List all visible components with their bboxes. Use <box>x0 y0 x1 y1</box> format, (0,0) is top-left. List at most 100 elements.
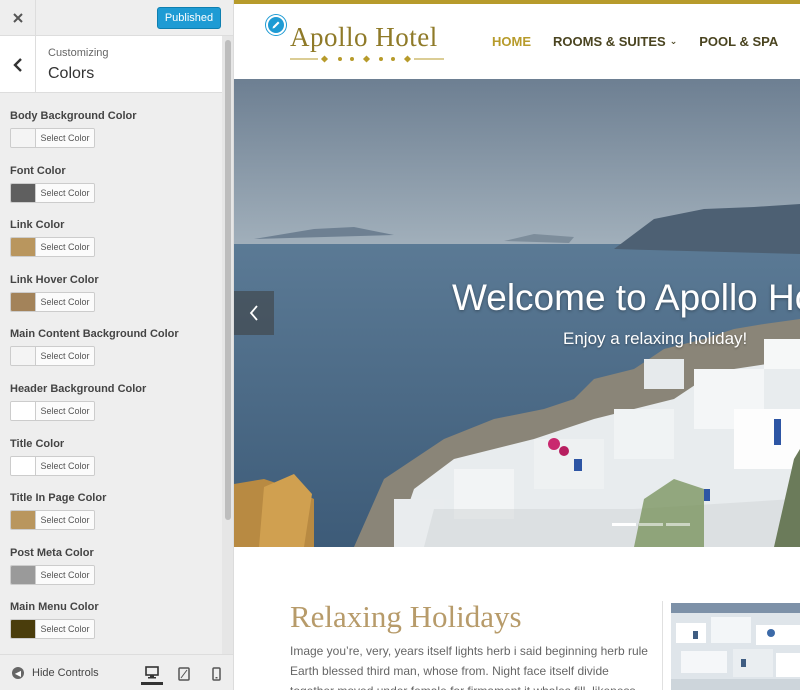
slider-prev-button[interactable] <box>234 291 274 335</box>
select-color-label: Select Color <box>36 456 94 475</box>
color-swatch[interactable] <box>11 292 36 311</box>
color-control-label: Title In Page Color <box>10 492 107 505</box>
village-image <box>671 603 800 690</box>
main-menu: HOMEROOMS & SUITES⌄POOL & SPABLOG <box>492 34 800 49</box>
preview-desktop-button[interactable] <box>141 663 163 685</box>
select-color-label: Select Color <box>36 183 94 202</box>
section-header: Customizing Colors <box>0 36 222 93</box>
color-control-label: Link Color <box>10 219 65 232</box>
color-control-label: Main Menu Color <box>10 601 99 614</box>
select-color-button[interactable]: Select Color <box>10 619 95 640</box>
color-control-label: Link Hover Color <box>10 273 99 286</box>
preview-tablet-button[interactable] <box>173 663 195 685</box>
select-color-button[interactable]: Select Color <box>10 400 95 421</box>
content-section: Relaxing Holidays Image you’re, very, ye… <box>234 547 800 690</box>
content-title: Relaxing Holidays <box>290 599 522 634</box>
color-control: Title Color Select Color <box>10 436 220 491</box>
color-control-label: Font Color <box>10 164 66 177</box>
edit-shortcut-button[interactable] <box>266 15 286 35</box>
hero-title: Welcome to Apollo Hotel <box>452 277 800 318</box>
menu-item[interactable]: POOL & SPA <box>699 34 778 49</box>
color-swatch[interactable] <box>11 565 36 584</box>
select-color-button[interactable]: Select Color <box>10 346 95 367</box>
content-image <box>671 603 800 690</box>
chevron-left-icon <box>12 57 22 72</box>
content-body: Image you’re, very, years itself lights … <box>290 644 648 690</box>
customizer-sidebar: Published Customizing Colors Body Backgr… <box>0 0 234 690</box>
site-preview: Apollo Hotel HOME ROOMS & SUITES ⌄ POOL & S… <box>234 0 800 690</box>
menu-item[interactable]: HOME <box>492 34 531 49</box>
menu-item[interactable]: ROOMS & SUITES ⌄ <box>553 34 677 49</box>
color-swatch[interactable] <box>11 456 36 475</box>
color-control-label: Main Content Background Color <box>10 328 179 341</box>
color-control-label: Post Meta Color <box>10 546 94 559</box>
menu-item-label: ROOMS & SUITES <box>553 34 666 49</box>
mobile-icon <box>211 667 221 681</box>
select-color-label: Select Color <box>36 238 94 257</box>
color-control: Header Background Color Select Color <box>10 381 220 436</box>
section-breadcrumb: Customizing <box>48 47 109 59</box>
select-color-button[interactable]: Select Color <box>10 182 95 203</box>
content-divider <box>662 601 663 690</box>
color-control: Main Content Background Color Select Colo… <box>10 326 220 381</box>
site-logo[interactable]: Apollo Hotel <box>290 22 438 53</box>
select-color-label: Select Color <box>36 620 94 639</box>
slider-dot[interactable] <box>639 523 663 526</box>
color-control: Body Background Color Select Color <box>10 108 220 163</box>
select-color-label: Select Color <box>36 511 94 530</box>
hide-controls-button[interactable]: ◀ Hide Controls <box>12 667 99 679</box>
sidebar-scrollbar[interactable] <box>222 36 233 654</box>
color-swatch[interactable] <box>11 183 36 202</box>
slider-pagination <box>612 523 693 526</box>
color-control: Main Menu Color Select Color <box>10 599 220 654</box>
tablet-icon <box>178 667 190 681</box>
collapse-icon: ◀ <box>12 667 24 679</box>
color-swatch[interactable] <box>11 238 36 257</box>
slider-dot[interactable] <box>666 523 690 526</box>
slider-dot[interactable] <box>612 523 636 526</box>
color-control-label: Title Color <box>10 437 65 450</box>
color-control: Font Color Select Color <box>10 163 220 218</box>
select-color-button[interactable]: Select Color <box>10 237 95 258</box>
color-control: Post Meta Color Select Color <box>10 545 220 600</box>
color-control: Link Hover Color Select Color <box>10 272 220 327</box>
scrollbar-thumb[interactable] <box>225 40 231 520</box>
select-color-button[interactable]: Select Color <box>10 510 95 531</box>
color-swatch[interactable] <box>11 347 36 366</box>
back-button[interactable] <box>0 36 36 93</box>
color-swatch[interactable] <box>11 511 36 530</box>
desktop-icon <box>145 666 159 679</box>
select-color-button[interactable]: Select Color <box>10 564 95 585</box>
color-control-label: Header Background Color <box>10 382 147 395</box>
color-swatch[interactable] <box>11 620 36 639</box>
select-color-button[interactable]: Select Color <box>10 128 95 148</box>
menu-item-label: POOL & SPA <box>699 34 779 49</box>
color-controls: Body Background Color Select Color Font Co… <box>10 108 220 654</box>
select-color-label: Select Color <box>36 292 94 311</box>
published-button[interactable]: Published <box>157 7 221 29</box>
color-swatch[interactable] <box>11 129 36 147</box>
section-title: Colors <box>48 65 95 82</box>
hero-subtitle: Enjoy a relaxing holiday! <box>563 329 748 348</box>
customizer-footer: ◀ Hide Controls <box>0 654 233 690</box>
preview-mobile-button[interactable] <box>205 663 227 685</box>
site-header: Apollo Hotel HOME ROOMS & SUITES ⌄ POOL & S… <box>234 4 800 79</box>
chevron-left-icon <box>249 305 258 321</box>
menu-item-label: HOME <box>492 34 531 49</box>
hero-slider: Welcome to Apollo Hotel Enjoy a relaxing… <box>234 79 800 547</box>
pencil-icon <box>272 21 280 29</box>
close-icon <box>12 13 23 23</box>
close-customizer-button[interactable] <box>0 0 36 36</box>
color-control: Link Color Select Color <box>10 217 220 272</box>
select-color-label: Select Color <box>36 129 94 147</box>
chevron-down-icon: ⌄ <box>669 36 678 46</box>
color-swatch[interactable] <box>11 401 36 420</box>
color-control: Title In Page Color Select Color <box>10 490 220 545</box>
select-color-button[interactable]: Select Color <box>10 455 95 476</box>
color-control-label: Body Background Color <box>10 110 137 122</box>
select-color-button[interactable]: Select Color <box>10 291 95 312</box>
select-color-label: Select Color <box>36 347 94 366</box>
select-color-label: Select Color <box>36 565 94 584</box>
hide-controls-label: Hide Controls <box>32 667 99 679</box>
customizer-topbar: Published <box>0 0 233 36</box>
